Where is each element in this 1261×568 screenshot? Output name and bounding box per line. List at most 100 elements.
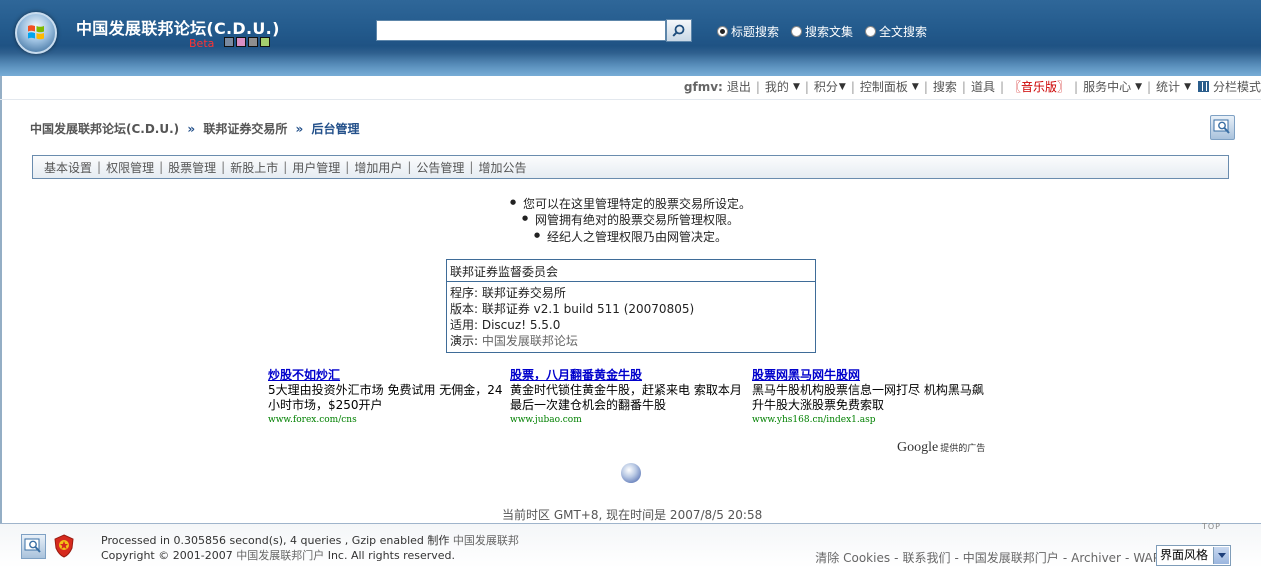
menu-item-my[interactable]: 我的 xyxy=(765,78,789,95)
info-demo-row: 演示: 中国发展联邦论坛 xyxy=(450,333,812,349)
page-left-border xyxy=(0,76,2,526)
search-button[interactable] xyxy=(666,19,692,42)
portal-link[interactable]: 中国发展联邦门户 xyxy=(963,551,1059,565)
tab-permissions[interactable]: 权限管理 xyxy=(106,159,154,176)
info-label: 版本: xyxy=(450,302,482,316)
plugin-info-box: 联邦证券监督委员会 程序: 联邦证券交易所 版本: 联邦证券 v2.1 buil… xyxy=(446,259,816,353)
dropdown-arrow-icon[interactable]: ▼ xyxy=(1184,82,1191,92)
site-title[interactable]: 中国发展联邦论坛(C.D.U.) xyxy=(76,15,280,39)
contact-link[interactable]: 联系我们 xyxy=(902,551,950,565)
username[interactable]: gfmv: xyxy=(684,80,723,94)
ad-text: 5大理由投资外汇市场 免费试用 无佣金，24小时市场，$250开户 xyxy=(268,383,503,412)
logout-link[interactable]: 退出 xyxy=(727,78,751,95)
emblem-badge-icon[interactable] xyxy=(53,534,75,558)
footer-links: 清除 Cookies - 联系我们 - 中国发展联邦门户 - Archiver - WAP xyxy=(815,551,1160,565)
ad-text: 黑马牛股机构股票信息一网打尽 机构黑马飙升牛股大涨股票免费索取 xyxy=(752,383,984,412)
search-input[interactable] xyxy=(376,20,666,41)
google-credit-suffix: 提供的广告 xyxy=(940,444,986,454)
ad-url-link[interactable]: www.forex.com/cns xyxy=(268,413,504,427)
ad-url-link[interactable]: www.yhs168.cn/index1.asp xyxy=(752,413,988,427)
footer-search-icon[interactable] xyxy=(21,534,46,559)
clear-cookies-link[interactable]: 清除 Cookies xyxy=(815,551,890,565)
tab-user-management[interactable]: 用户管理 xyxy=(292,159,340,176)
ad-title-link[interactable]: 股票网黑马网牛股网 xyxy=(752,368,988,383)
style-swatch[interactable] xyxy=(236,37,246,47)
tab-basic-settings[interactable]: 基本设置 xyxy=(44,159,92,176)
windows-flag-icon xyxy=(28,25,44,40)
info-label: 适用: xyxy=(450,318,482,332)
copyright-owner-link[interactable]: 中国发展联邦门户 xyxy=(236,549,324,562)
style-swatch[interactable] xyxy=(248,37,258,47)
info-label: 程序: xyxy=(450,286,482,300)
menu-item-control-panel[interactable]: 控制面板 xyxy=(860,78,908,95)
footer: Processed in 0.305856 second(s), 4 queri… xyxy=(0,523,1261,568)
info-version-row: 版本: 联邦证券 v2.1 build 511 (20070805) xyxy=(450,301,812,317)
tab-announcements[interactable]: 公告管理 xyxy=(416,159,464,176)
header-banner: 中国发展联邦论坛(C.D.U.) Beta 标题搜索 搜索文集 全文搜索 xyxy=(0,0,1261,76)
made-by-label: 制作 xyxy=(427,534,450,547)
tab-add-user[interactable]: 增加用户 xyxy=(354,159,402,176)
menu-item-service-center[interactable]: 服务中心 xyxy=(1083,78,1131,95)
dropdown-arrow-icon[interactable]: ▼ xyxy=(1135,82,1142,92)
search-option-label: 全文搜索 xyxy=(879,25,928,39)
breadcrumb-section[interactable]: 联邦证券交易所 xyxy=(203,122,287,136)
breadcrumb-root[interactable]: 中国发展联邦论坛(C.D.U.) xyxy=(30,122,179,136)
ad-title-link[interactable]: 炒股不如炒汇 xyxy=(268,368,504,383)
info-applies-row: 适用: Discuz! 5.5.0 xyxy=(450,317,812,333)
google-ads-credit[interactable]: Google 提供的广告 xyxy=(897,440,985,456)
magnifier-icon xyxy=(24,538,41,553)
breadcrumb-current: 后台管理 xyxy=(311,122,360,136)
search-option-label: 搜索文集 xyxy=(805,25,854,39)
info-value: 联邦证券 v2.1 build 511 (20070805) xyxy=(481,302,695,316)
info-label: 演示: xyxy=(450,334,482,348)
menu-item-tools[interactable]: 道具 xyxy=(971,78,995,95)
dropdown-arrow-icon[interactable]: ▼ xyxy=(793,82,800,92)
radio-icon[interactable] xyxy=(865,26,876,37)
ad-url-link[interactable]: www.jubao.com xyxy=(510,413,746,427)
google-logo: Google xyxy=(897,440,939,455)
style-swatch[interactable] xyxy=(224,37,234,47)
admin-tab-bar: 基本设置 | 权限管理 | 股票管理 | 新股上市 | 用户管理 | 增加用户 | 公告管理… xyxy=(32,155,1229,179)
tab-add-announcement[interactable]: 增加公告 xyxy=(478,159,526,176)
dropdown-arrow-icon[interactable]: ▼ xyxy=(839,82,846,92)
back-to-top-link[interactable]: TOP xyxy=(1202,522,1221,531)
info-program-row: 程序: 联邦证券交易所 xyxy=(450,285,812,301)
copyright-suffix: Inc. All rights reserved. xyxy=(327,549,455,562)
copyright-prefix: Copyright © 2001-2007 xyxy=(101,549,233,562)
radio-icon[interactable] xyxy=(791,26,802,37)
note-item: 经纪人之管理权限乃由网管决定。 xyxy=(534,228,727,245)
timezone-info: 当前时区 GMT+8, 现在时间是 2007/8/5 20:58 xyxy=(502,508,763,522)
info-demo-link[interactable]: 中国发展联邦论坛 xyxy=(482,334,578,348)
note-item: 网管拥有绝对的股票交易所管理权限。 xyxy=(522,211,739,228)
menu-item-points[interactable]: 积分 xyxy=(814,78,838,95)
search-option-label: 标题搜索 xyxy=(731,25,780,39)
info-value: Discuz! 5.5.0 xyxy=(481,318,561,332)
menu-item-stats[interactable]: 统计 xyxy=(1156,78,1180,95)
radio-selected-icon[interactable] xyxy=(717,26,728,37)
search-option-fulltext[interactable]: 全文搜索 xyxy=(865,23,927,40)
ad-title-link[interactable]: 股票，八月翻番黄金牛股 xyxy=(510,368,746,383)
tab-stock-management[interactable]: 股票管理 xyxy=(168,159,216,176)
menu-item-column-mode[interactable]: 分栏模式 xyxy=(1213,78,1261,95)
menu-item-music[interactable]: 〖音乐版〗 xyxy=(1009,78,1069,95)
sidebar-toggle-icon[interactable] xyxy=(1210,115,1235,140)
style-select[interactable]: 界面风格 xyxy=(1156,545,1231,566)
archiver-link[interactable]: Archiver xyxy=(1071,551,1121,565)
chevron-down-icon[interactable] xyxy=(1213,547,1229,564)
dropdown-arrow-icon[interactable]: ▼ xyxy=(912,82,919,92)
search-option-title[interactable]: 标题搜索 xyxy=(717,23,779,40)
note-item: 您可以在这里管理特定的股票交易所设定。 xyxy=(510,195,751,212)
windows-logo-icon[interactable] xyxy=(15,12,57,54)
user-menu: gfmv: 退出 | 我的 ▼ | 积分 ▼ | 控制面板 ▼ | 搜索 | 道具 |… xyxy=(683,78,1261,95)
search-option-collection[interactable]: 搜索文集 xyxy=(791,23,853,40)
tab-new-listing[interactable]: 新股上市 xyxy=(230,159,278,176)
menu-item-search[interactable]: 搜索 xyxy=(933,78,957,95)
columns-icon[interactable] xyxy=(1197,81,1209,92)
search-magnifier-icon xyxy=(1213,119,1230,134)
user-menu-bar: gfmv: 退出 | 我的 ▼ | 积分 ▼ | 控制面板 ▼ | 搜索 | 道具 |… xyxy=(0,76,1261,100)
made-by-link[interactable]: 中国发展联邦 xyxy=(453,534,519,547)
info-value: 联邦证券交易所 xyxy=(481,286,566,300)
breadcrumb-separator: » xyxy=(187,122,196,136)
style-swatch[interactable] xyxy=(260,37,270,47)
header-wave xyxy=(0,46,1261,76)
